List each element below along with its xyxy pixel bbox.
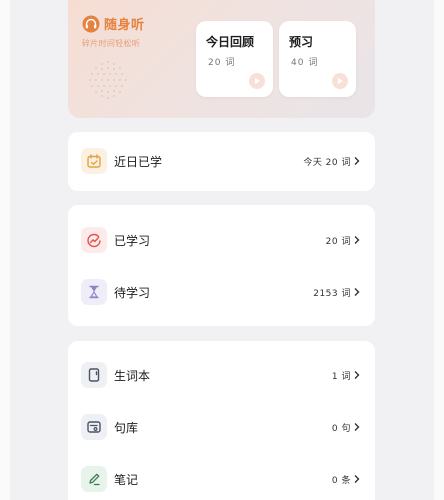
preview-title: 预习 xyxy=(289,35,314,49)
notes-label: 笔记 xyxy=(114,472,139,487)
audio-hero-card: 随身听 碎片时间轻松听 今日回顾 20 词 预习 40 词 xyxy=(68,0,375,118)
recent-value: 今天 20 词 xyxy=(303,157,351,168)
chevron-right-icon xyxy=(354,236,360,244)
today-review-count: 20 词 xyxy=(208,58,236,68)
chevron-right-icon xyxy=(354,475,360,483)
chevron-right-icon xyxy=(354,423,360,431)
brand-subtitle: 碎片时间轻松听 xyxy=(82,39,141,48)
vocab-book-label: 生词本 xyxy=(114,368,151,383)
pending-value: 2153 词 xyxy=(313,288,351,299)
chevron-right-icon xyxy=(354,288,360,296)
preview-play-button[interactable] xyxy=(332,73,348,89)
preview-count: 40 词 xyxy=(291,58,319,68)
play-icon xyxy=(338,78,343,84)
learned-row[interactable]: 已学习 20 词 xyxy=(68,220,375,260)
brand-title: 随身听 xyxy=(104,18,145,33)
progress-card: 已学习 20 词 待学习 2153 词 xyxy=(68,205,375,326)
recent-label: 近日已学 xyxy=(114,154,163,169)
brand[interactable]: 随身听 xyxy=(82,14,145,33)
sentence-bank-value: 0 句 xyxy=(331,423,351,434)
right-margin xyxy=(434,0,444,500)
trend-chart-icon xyxy=(81,227,107,253)
pen-icon xyxy=(81,466,107,492)
sentence-card-icon xyxy=(81,414,107,440)
notes-value: 0 条 xyxy=(331,475,351,486)
notebook-icon xyxy=(81,362,107,388)
hourglass-icon xyxy=(81,279,107,305)
collections-card: 生词本 1 词 句库 0 句 笔记 0 条 xyxy=(68,341,375,500)
preview-card[interactable]: 预习 40 词 xyxy=(279,21,356,97)
today-review-play-button[interactable] xyxy=(249,73,265,89)
play-icon xyxy=(255,78,260,84)
left-margin xyxy=(0,0,10,500)
notes-row[interactable]: 笔记 0 条 xyxy=(68,459,375,499)
today-review-card[interactable]: 今日回顾 20 词 xyxy=(196,21,273,97)
chevron-right-icon xyxy=(354,371,360,379)
vocab-book-value: 1 词 xyxy=(331,371,351,382)
sentence-bank-row[interactable]: 句库 0 句 xyxy=(68,407,375,447)
vocab-book-row[interactable]: 生词本 1 词 xyxy=(68,355,375,395)
learned-label: 已学习 xyxy=(114,233,151,248)
sentence-bank-label: 句库 xyxy=(114,420,139,435)
calendar-icon xyxy=(81,148,107,174)
recent-card: 近日已学 今天 20 词 xyxy=(68,132,375,191)
headphones-icon xyxy=(82,15,100,32)
today-review-title: 今日回顾 xyxy=(206,35,255,49)
learned-value: 20 词 xyxy=(325,236,351,247)
pending-label: 待学习 xyxy=(114,285,151,300)
recent-row[interactable]: 近日已学 今天 20 词 xyxy=(68,141,375,181)
pending-row[interactable]: 待学习 2153 词 xyxy=(68,272,375,312)
chevron-right-icon xyxy=(354,157,360,165)
speaker-dots-icon xyxy=(88,60,128,100)
